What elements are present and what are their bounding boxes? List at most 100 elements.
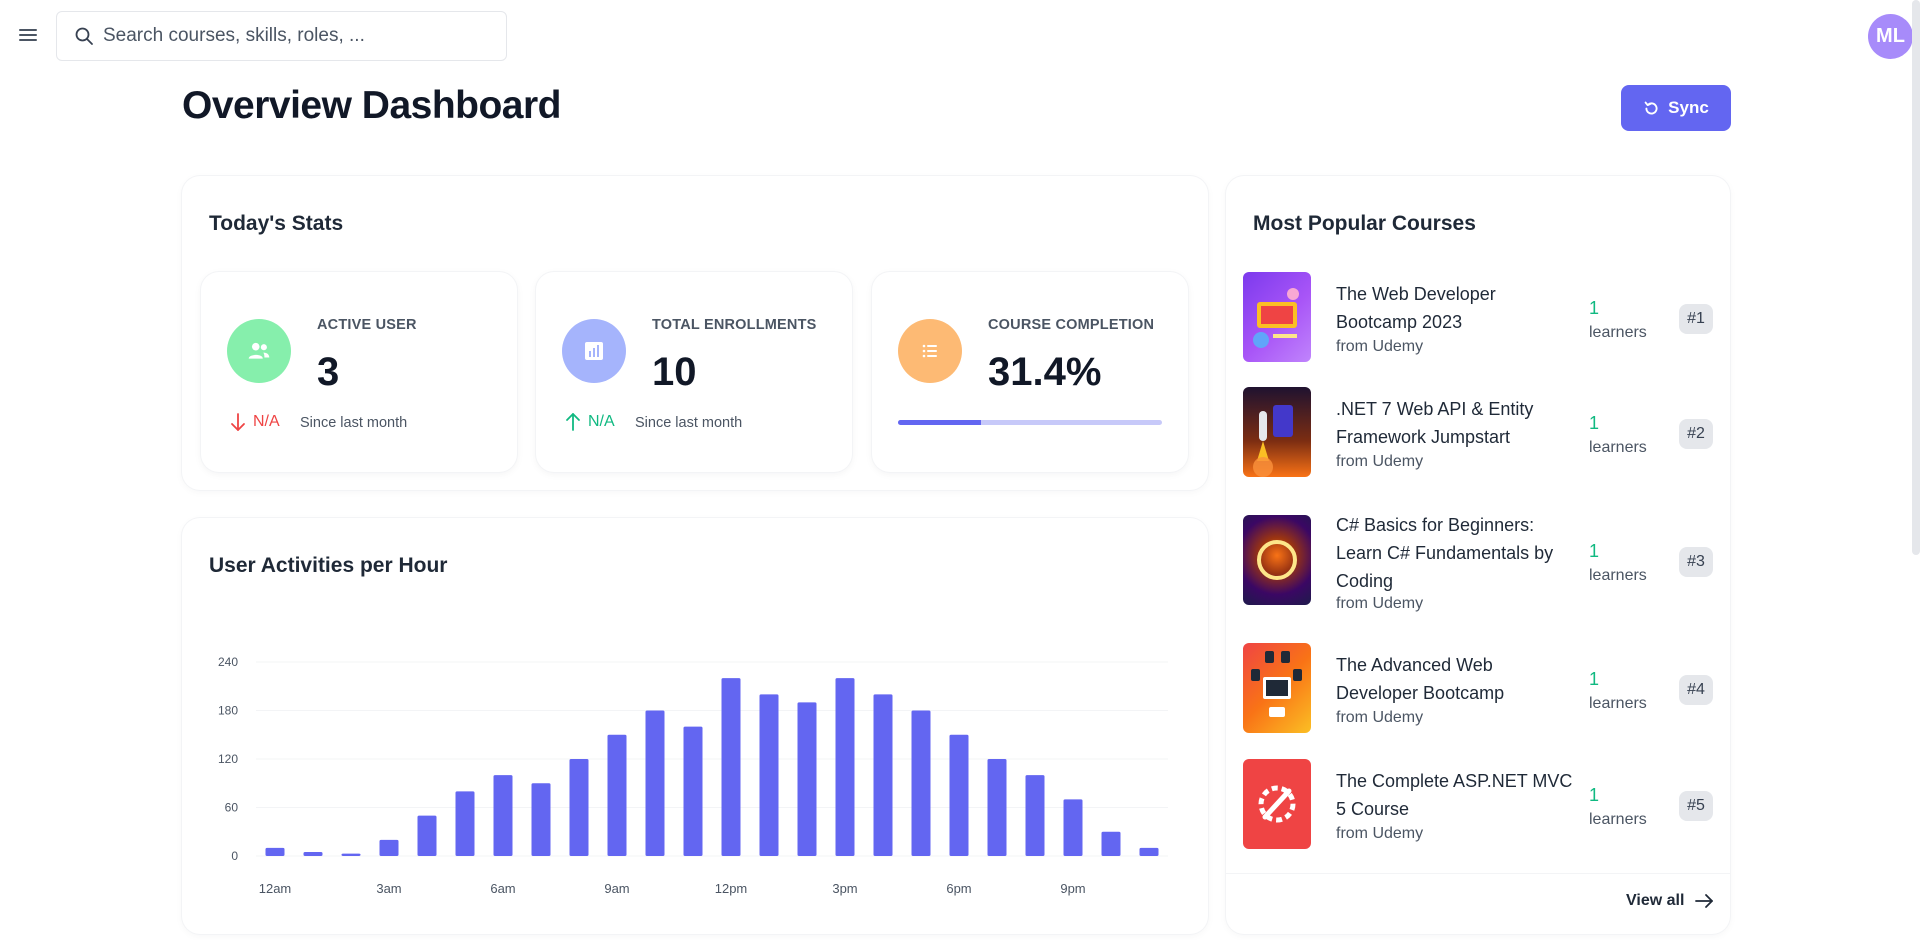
bar-chart-icon [585, 342, 603, 360]
course-name[interactable]: The Web Developer Bootcamp 2023 [1336, 280, 1576, 336]
chart-bar[interactable] [265, 847, 285, 856]
learners-label: learners [1589, 324, 1647, 341]
list-icon [922, 344, 937, 358]
view-all-label: View all [1626, 892, 1685, 909]
course-name[interactable]: The Complete ASP.NET MVC 5 Course [1336, 767, 1576, 823]
scrollbar[interactable] [1912, 0, 1920, 555]
chart-bar[interactable] [911, 710, 931, 857]
search-input[interactable] [103, 12, 498, 60]
chart-bar[interactable] [1101, 831, 1121, 856]
learner-count: 1 [1589, 413, 1600, 433]
chart-bar[interactable] [531, 783, 551, 856]
activity-bar-chart: 0 60 120 180 240 12am 3am 6am 9am 12pm 3pm 6pm 9pm [218, 655, 1168, 896]
active-user-label: ACTIVE USER [317, 317, 417, 333]
course-source: from Udemy [1336, 595, 1424, 612]
course-item[interactable]: .NET 7 Web API & Entity Framework Jumpst… [1243, 387, 1723, 481]
todays-stats-title: Today's Stats [209, 212, 344, 235]
chart-x-tick-label: 9am [604, 881, 629, 896]
chart-bar[interactable] [987, 759, 1007, 856]
refresh-icon [1644, 101, 1658, 114]
course-thumbnail [1243, 387, 1311, 477]
course-completion-progress [898, 420, 1162, 425]
course-source: from Udemy [1336, 709, 1424, 726]
learners-label: learners [1589, 567, 1647, 584]
chart-bar[interactable] [1025, 775, 1045, 856]
chart-x-tick-label: 12am [259, 881, 292, 896]
chart-bar[interactable] [721, 678, 741, 856]
users-icon [248, 342, 270, 359]
course-source: from Udemy [1336, 338, 1424, 355]
chart-bar[interactable] [341, 853, 361, 856]
chart-bar[interactable] [835, 678, 855, 856]
arrow-down-icon [231, 413, 245, 431]
chart-bar[interactable] [873, 694, 893, 856]
chart-bar[interactable] [1063, 799, 1083, 856]
avatar[interactable]: ML [1868, 14, 1913, 59]
rank-badge: #3 [1679, 547, 1713, 577]
chart-x-tick-label: 3am [376, 881, 401, 896]
learners-label: learners [1589, 811, 1647, 828]
active-user-trend: N/A [229, 412, 280, 432]
course-completion-stat: COURSE COMPLETION 31.4% [872, 272, 1188, 472]
course-item[interactable]: The Advanced Web Developer Bootcamp from… [1243, 643, 1723, 737]
user-activities-title: User Activities per Hour [209, 554, 448, 577]
top-bar: ML [0, 0, 1920, 72]
chart-bar[interactable] [797, 702, 817, 856]
chart-x-tick-label: 6pm [946, 881, 971, 896]
course-item[interactable]: The Complete ASP.NET MVC 5 Course from U… [1243, 759, 1723, 853]
chart-y-tick-label: 120 [218, 752, 238, 766]
sync-label: Sync [1668, 98, 1709, 117]
chart-y-tick-label: 60 [225, 801, 239, 815]
search-box[interactable] [56, 11, 507, 61]
enrollments-icon-circle [562, 319, 626, 383]
completion-icon-circle [898, 319, 962, 383]
active-user-icon-circle [227, 319, 291, 383]
course-source: from Udemy [1336, 453, 1424, 470]
rank-badge: #5 [1679, 791, 1713, 821]
chart-bar[interactable] [303, 851, 323, 856]
active-user-since: Since last month [300, 415, 408, 431]
menu-icon[interactable] [17, 26, 39, 46]
chart-bar[interactable] [683, 726, 703, 856]
chart-bar[interactable] [607, 734, 627, 856]
chart-bar[interactable] [949, 734, 969, 856]
course-thumbnail [1243, 643, 1311, 733]
chart-bar[interactable] [569, 759, 589, 856]
chart-bar[interactable] [455, 791, 475, 856]
sync-button[interactable]: Sync [1621, 85, 1731, 131]
course-name[interactable]: .NET 7 Web API & Entity Framework Jumpst… [1336, 395, 1576, 451]
chart-y-tick-label: 0 [231, 849, 238, 863]
total-enrollments-trend-value: N/A [588, 413, 615, 430]
arrow-right-icon [1695, 894, 1714, 908]
divider [1226, 873, 1730, 874]
active-user-value: 3 [317, 350, 340, 394]
chart-bar[interactable] [493, 775, 513, 856]
chart-bar[interactable] [417, 815, 437, 856]
course-thumbnail [1243, 515, 1311, 605]
total-enrollments-stat: TOTAL ENROLLMENTS 10 N/A Since last mont… [536, 272, 852, 472]
learner-count: 1 [1589, 785, 1600, 805]
learner-count: 1 [1589, 298, 1600, 318]
total-enrollments-label: TOTAL ENROLLMENTS [652, 317, 817, 333]
rank-badge: #4 [1679, 675, 1713, 705]
chart-x-tick-label: 12pm [715, 881, 748, 896]
chart-bar[interactable] [379, 839, 399, 856]
view-all-link[interactable]: View all [1626, 892, 1714, 910]
chart-bar[interactable] [645, 710, 665, 857]
active-user-stat: ACTIVE USER 3 N/A Since last month [201, 272, 517, 472]
course-thumbnail [1243, 272, 1311, 362]
chart-bar[interactable] [1139, 847, 1159, 856]
course-item[interactable]: C# Basics for Beginners: Learn C# Fundam… [1243, 515, 1723, 612]
course-item[interactable]: The Web Developer Bootcamp 2023 from Ude… [1243, 272, 1723, 366]
learners-label: learners [1589, 439, 1647, 456]
chart-y-tick-label: 180 [218, 704, 238, 718]
course-completion-value: 31.4% [988, 350, 1102, 394]
course-completion-progress-fill [898, 420, 981, 425]
popular-courses-title: Most Popular Courses [1253, 212, 1476, 235]
chart-bar[interactable] [759, 694, 779, 856]
search-icon [75, 27, 93, 45]
course-name[interactable]: C# Basics for Beginners: Learn C# Fundam… [1336, 511, 1576, 595]
arrow-up-icon [566, 413, 580, 431]
chart-x-tick-label: 9pm [1060, 881, 1085, 896]
course-name[interactable]: The Advanced Web Developer Bootcamp [1336, 651, 1576, 707]
